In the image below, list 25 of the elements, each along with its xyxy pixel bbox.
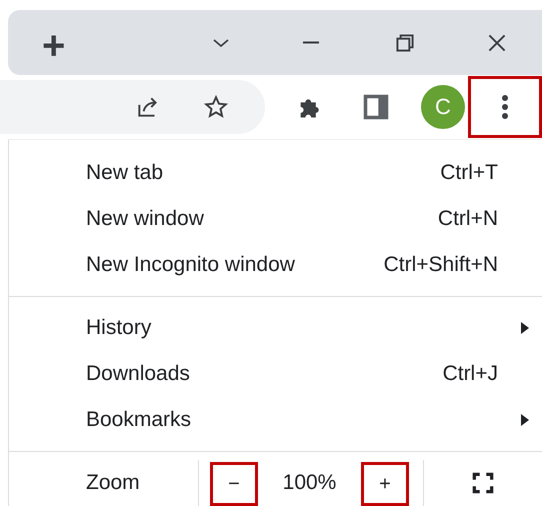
star-icon <box>203 94 229 120</box>
menu-item[interactable]: Bookmarks <box>9 397 542 443</box>
shortcut-label: Ctrl+J <box>442 362 498 386</box>
menu-item[interactable]: History <box>9 305 542 351</box>
fullscreen-icon <box>470 470 496 496</box>
shortcut-label: Ctrl+N <box>438 207 498 231</box>
menu-item[interactable]: New window Ctrl+N <box>9 196 542 242</box>
menu-item[interactable]: Downloads Ctrl+J <box>9 351 542 397</box>
menu-item[interactable]: New Incognito window Ctrl+Shift+N <box>9 242 542 288</box>
submenu-arrow-icon <box>520 413 530 427</box>
more-vertical-icon <box>501 94 509 120</box>
side-panel-button[interactable] <box>361 92 391 122</box>
zoom-in-button[interactable]: + <box>361 462 409 506</box>
menu-button[interactable] <box>468 76 542 138</box>
new-tab-button[interactable]: + <box>42 26 66 66</box>
side-panel-icon <box>362 93 390 122</box>
zoom-value: 100% <box>282 471 338 495</box>
zoom-out-button[interactable]: − <box>210 462 258 506</box>
submenu-arrow-icon <box>520 321 530 335</box>
zoom-label: Zoom <box>85 471 141 495</box>
shortcut-label: Ctrl+T <box>440 161 498 185</box>
minimize-icon <box>303 41 319 44</box>
chevron-down-icon <box>213 38 229 48</box>
shortcut-label: Ctrl+Shift+N <box>384 253 498 277</box>
menu-item[interactable]: New tab Ctrl+T <box>9 150 542 196</box>
